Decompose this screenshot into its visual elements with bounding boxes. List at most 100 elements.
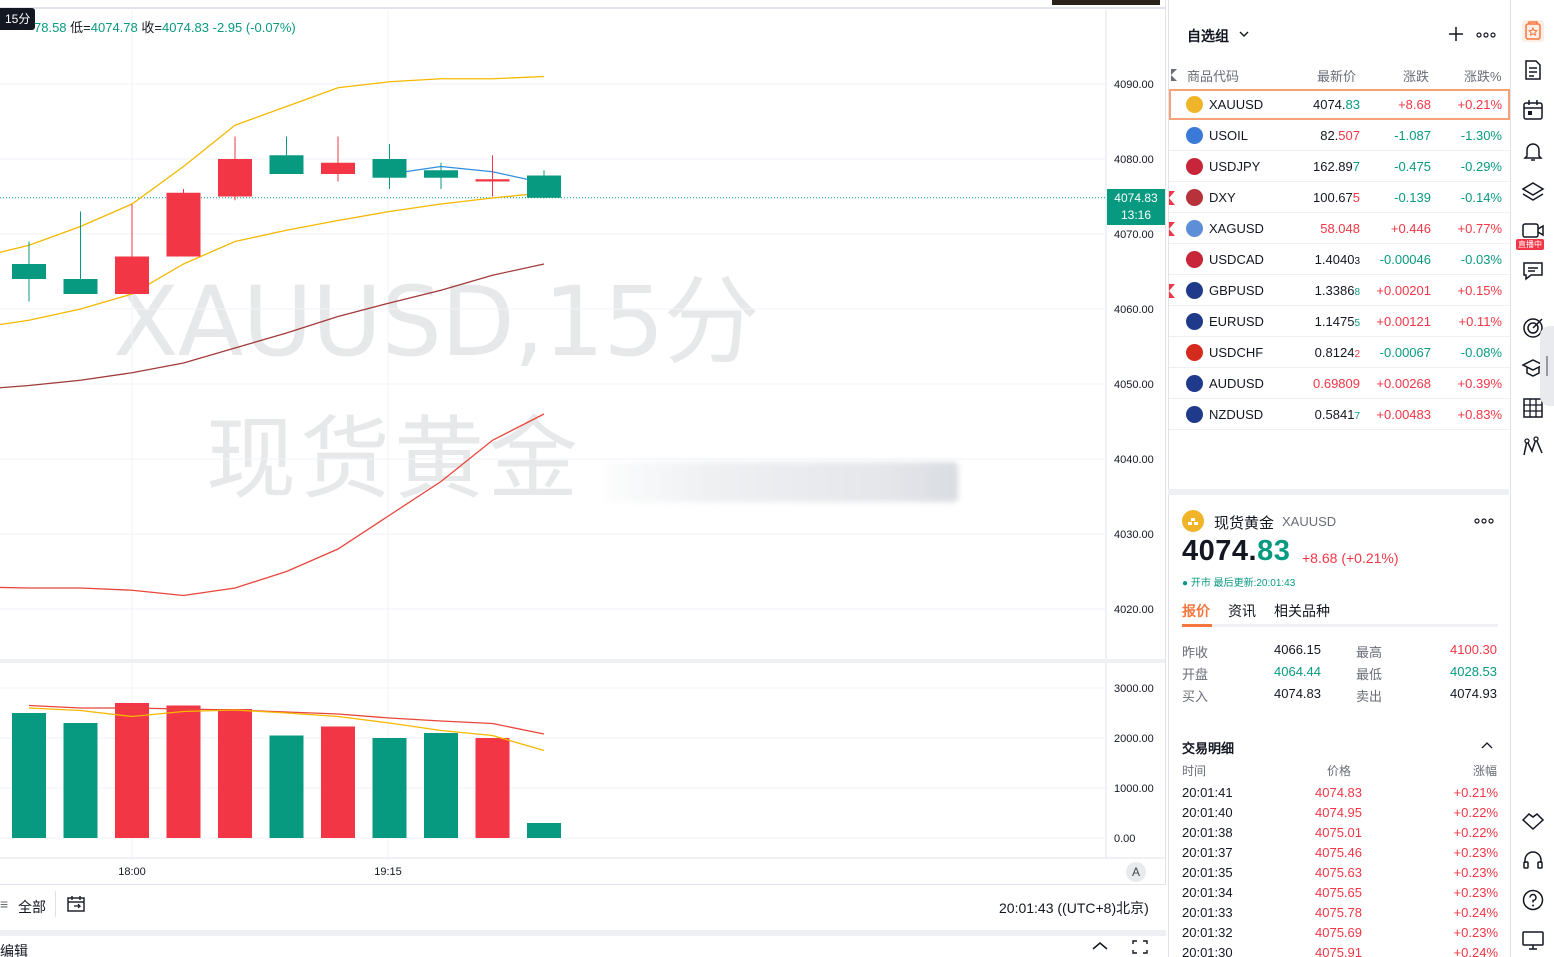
- row-last-tail: 7: [1354, 411, 1360, 422]
- interval-badge[interactable]: 15分: [0, 8, 36, 30]
- timezone-clock[interactable]: 20:01:43 ((UTC+8)北京): [999, 898, 1149, 918]
- row-change-pct: -0.29%: [1460, 159, 1502, 174]
- layers-icon[interactable]: [1521, 180, 1545, 204]
- candle-body: [12, 264, 46, 279]
- volume-bar: [12, 713, 46, 838]
- row-last-main: 1.4040: [1314, 252, 1355, 267]
- volume-bar: [372, 738, 407, 838]
- candle-body: [218, 159, 252, 197]
- symbol-logo-icon: [1186, 375, 1203, 392]
- candle-body: [269, 155, 304, 174]
- col-change[interactable]: 涨跌: [1403, 66, 1429, 85]
- trade-time: 20:01:40: [1182, 805, 1233, 820]
- watchlist-row[interactable]: XAGUSD 58.048 +0.446 +0.77%: [1169, 213, 1510, 244]
- row-symbol: USDCAD: [1209, 252, 1264, 267]
- flag-column-icon[interactable]: [1171, 69, 1177, 81]
- trade-pct: +0.24%: [1453, 945, 1498, 957]
- trade-time: 20:01:35: [1182, 865, 1233, 880]
- row-symbol: GBPUSD: [1209, 283, 1264, 298]
- chart-canvas[interactable]: 4090.00 4080.00 4060.00 4050.00 4040.00 4030.…: [0, 0, 1166, 884]
- row-last-main: 0.8124: [1314, 345, 1355, 360]
- row-change-pct: -0.08%: [1460, 345, 1502, 360]
- map-icon[interactable]: [1521, 435, 1545, 459]
- col-last[interactable]: 最新价: [1317, 66, 1356, 85]
- col-symbol[interactable]: 商品代码: [1187, 66, 1239, 85]
- volume-bar: [63, 723, 98, 838]
- toolbar-divider: [55, 891, 56, 917]
- watchlist-row[interactable]: NZDUSD 0.58417 +0.00483 +0.83%: [1169, 399, 1510, 430]
- headset-icon[interactable]: [1521, 848, 1545, 872]
- ohlc-low: 4074.78: [90, 20, 138, 35]
- chart-pane[interactable]: XAUUSD,15分 现货黄金 4090.00 4080.00 4060.00 405…: [0, 0, 1166, 957]
- auto-scale-button[interactable]: A: [1126, 862, 1146, 882]
- bollinger-middle-line: [0, 192, 545, 326]
- red-flag-icon[interactable]: [1169, 284, 1175, 298]
- more-options-icon[interactable]: [1475, 25, 1497, 48]
- date-range-icon[interactable]: [66, 894, 86, 917]
- row-change: +0.00201: [1376, 283, 1431, 298]
- watchlist-row[interactable]: DXY 100.675 -0.139 -0.14%: [1169, 182, 1510, 213]
- ohlc-change-pct: (-0.07%): [245, 20, 296, 35]
- trade-time: 20:01:34: [1182, 885, 1233, 900]
- red-flag-icon[interactable]: [1169, 191, 1175, 205]
- price-axis-label: 4070.00: [1114, 229, 1154, 241]
- red-flag-icon[interactable]: [1169, 222, 1175, 236]
- trade-time: 20:01:38: [1182, 825, 1233, 840]
- row-change-pct: -0.03%: [1460, 252, 1502, 267]
- trade-price: 4074.83: [1315, 785, 1362, 800]
- volume-bar: [115, 703, 149, 838]
- chevron-up-icon[interactable]: [1090, 938, 1110, 957]
- handshake-icon[interactable]: [1521, 808, 1545, 832]
- trades-list[interactable]: 20:01:41 4074.83 +0.21% 20:01:40 4074.95 +0.2…: [1169, 495, 1510, 957]
- help-icon[interactable]: [1521, 888, 1545, 912]
- row-last-tail: 2: [1354, 349, 1360, 360]
- price-axis-label: 4060.00: [1114, 304, 1154, 316]
- trade-time: 20:01:37: [1182, 845, 1233, 860]
- row-last-main: 100.67: [1313, 190, 1353, 205]
- row-last-tail: 3: [1354, 256, 1360, 267]
- watchlist-row[interactable]: USOIL 82.507 -1.087 -1.30%: [1169, 120, 1510, 151]
- editor-label[interactable]: 编辑: [0, 941, 28, 957]
- col-pct[interactable]: 涨跌%: [1464, 66, 1502, 85]
- symbol-logo-icon: [1186, 251, 1203, 268]
- volume-bar: [166, 705, 201, 838]
- news-icon[interactable]: [1521, 58, 1545, 82]
- row-last-tail: 8: [1354, 287, 1360, 298]
- row-symbol: USDJPY: [1209, 159, 1261, 174]
- alert-bell-icon[interactable]: [1521, 139, 1545, 163]
- symbol-logo-icon: [1186, 189, 1203, 206]
- watchlist-row[interactable]: EURUSD 1.14755 +0.00121 +0.11%: [1169, 306, 1510, 337]
- menu-edge-icon[interactable]: ≡: [0, 896, 8, 912]
- watchlist-row[interactable]: USDJPY 162.897 -0.475 -0.29%: [1169, 151, 1510, 182]
- screen-icon[interactable]: [1521, 928, 1545, 952]
- trade-pct: +0.23%: [1453, 925, 1498, 940]
- panel-resize-grip[interactable]: [1540, 326, 1554, 406]
- candle-body: [475, 179, 510, 182]
- row-last-main: 1.3386: [1314, 283, 1355, 298]
- chevron-down-icon[interactable]: [1238, 27, 1250, 45]
- row-last-price: 1.14755: [1315, 314, 1360, 329]
- trade-pct: +0.22%: [1453, 825, 1498, 840]
- row-last-price: 162.897: [1313, 159, 1360, 174]
- watchlist-header: 自选组: [1169, 0, 1509, 60]
- watchlist-row[interactable]: USDCHF 0.81242 -0.00067 -0.08%: [1169, 337, 1510, 368]
- candle-body: [321, 162, 355, 174]
- row-symbol: DXY: [1209, 190, 1236, 205]
- trade-price: 4074.95: [1315, 805, 1362, 820]
- watchlist-row[interactable]: AUDUSD 0.69809 +0.00268 +0.39%: [1169, 368, 1510, 399]
- range-all-button[interactable]: 全部: [18, 897, 46, 917]
- watchlist-row[interactable]: GBPUSD 1.33868 +0.00201 +0.15%: [1169, 275, 1510, 306]
- trade-time: 20:01:41: [1182, 785, 1233, 800]
- chat-icon[interactable]: [1521, 259, 1545, 283]
- watchlist-row[interactable]: USDCAD 1.40403 -0.00046 -0.03%: [1169, 244, 1510, 275]
- trade-pct: +0.23%: [1453, 845, 1498, 860]
- watchlist-icon[interactable]: [1521, 19, 1545, 43]
- candle-body: [63, 279, 98, 294]
- volume-axis-label: 1000.00: [1114, 783, 1154, 795]
- watchlist-title[interactable]: 自选组: [1187, 26, 1229, 46]
- add-symbol-icon[interactable]: [1447, 25, 1465, 48]
- calendar-icon[interactable]: [1521, 98, 1545, 122]
- maximize-icon[interactable]: [1131, 939, 1149, 957]
- watchlist-row[interactable]: XAUUSD 4074.83 +8.68 +0.21%: [1169, 89, 1510, 120]
- row-last-main: 82.: [1320, 128, 1339, 143]
